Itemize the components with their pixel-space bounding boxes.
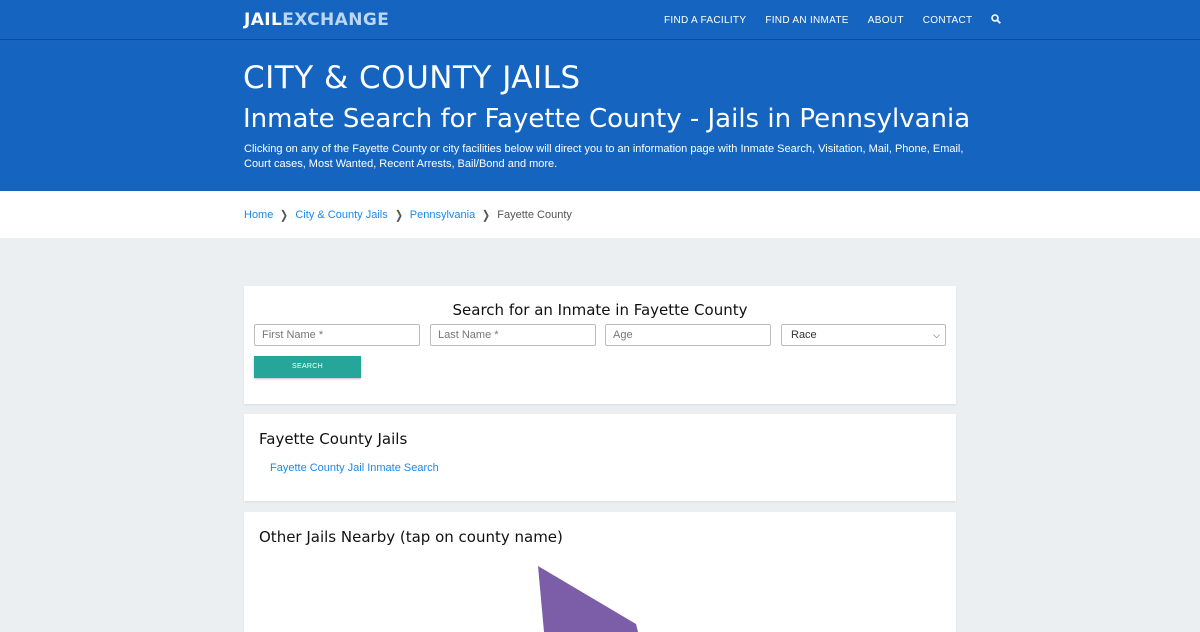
breadcrumb-bar: Home ❯ City & County Jails ❯ Pennsylvani… [0, 191, 1200, 238]
nav-about[interactable]: ABOUT [868, 15, 904, 26]
main-nav: FIND A FACILITY FIND AN INMATE ABOUT CON… [664, 14, 1003, 26]
breadcrumb-home[interactable]: Home [244, 209, 273, 221]
nav-find-facility[interactable]: FIND A FACILITY [664, 15, 746, 26]
map-county-shape [538, 566, 638, 632]
search-form-title: Search for an Inmate in Fayette County [452, 301, 748, 319]
page-kicker: CITY & COUNTY JAILS [243, 60, 581, 96]
breadcrumb-pennsylvania[interactable]: Pennsylvania [410, 209, 475, 221]
search-icon[interactable] [991, 14, 1003, 26]
breadcrumb-city-county-jails[interactable]: City & County Jails [295, 209, 387, 221]
page-description: Clicking on any of the Fayette County or… [244, 143, 964, 170]
nav-contact[interactable]: CONTACT [923, 15, 973, 26]
nav-find-inmate[interactable]: FIND AN INMATE [765, 15, 848, 26]
jail-link[interactable]: Fayette County Jail Inmate Search [270, 462, 439, 474]
hero-banner: CITY & COUNTY JAILS Inmate Search for Fa… [0, 40, 1200, 191]
logo-text-exchange: EXCHANGE [282, 10, 390, 30]
breadcrumb-current: Fayette County [497, 209, 572, 221]
nearby-jails-title: Other Jails Nearby (tap on county name) [259, 528, 563, 546]
county-jails-title: Fayette County Jails [259, 430, 408, 448]
site-logo[interactable]: JAILEXCHANGE [244, 10, 389, 30]
race-select[interactable]: Race ⌵ [781, 324, 946, 346]
page-title: Inmate Search for Fayette County - Jails… [243, 104, 971, 134]
search-button[interactable]: SEARCH [254, 356, 361, 378]
nearby-jails-card: Other Jails Nearby (tap on county name) [244, 512, 956, 632]
inmate-search-card: Search for an Inmate in Fayette County R… [244, 286, 956, 404]
chevron-down-icon: ⌵ [933, 330, 940, 340]
chevron-right-icon: ❯ [482, 208, 491, 222]
first-name-input[interactable] [254, 324, 420, 346]
race-select-value: Race [791, 329, 817, 341]
logo-text-jail: JAIL [244, 10, 283, 30]
top-nav-bar: JAILEXCHANGE FIND A FACILITY FIND AN INM… [0, 0, 1200, 40]
breadcrumb: Home ❯ City & County Jails ❯ Pennsylvani… [244, 208, 572, 222]
county-jails-card: Fayette County Jails Fayette County Jail… [244, 414, 956, 501]
chevron-right-icon: ❯ [280, 208, 289, 222]
age-input[interactable] [605, 324, 771, 346]
last-name-input[interactable] [430, 324, 596, 346]
chevron-right-icon: ❯ [394, 208, 403, 222]
nearby-counties-map[interactable] [244, 562, 956, 632]
